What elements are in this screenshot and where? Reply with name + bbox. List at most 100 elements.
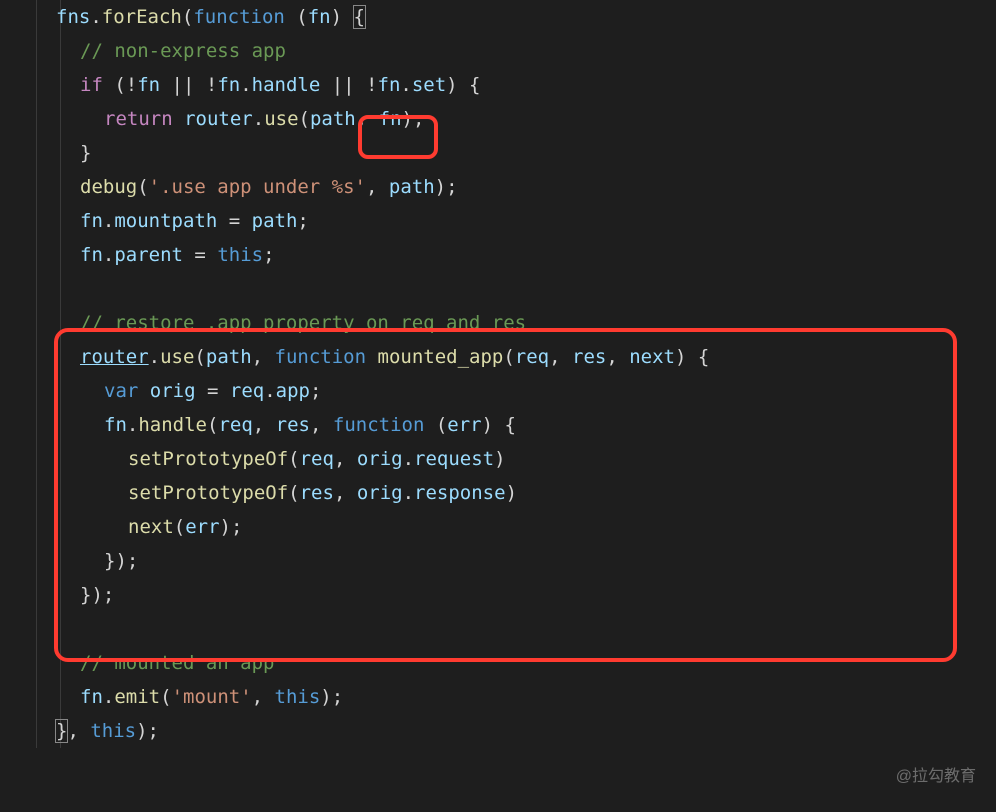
token: . [264,380,275,402]
token: req [230,380,264,402]
token: ( [288,448,299,470]
token: response [414,482,506,504]
code-line[interactable]: var orig = req.app; [8,374,996,408]
token: = [183,244,217,266]
token: fn [217,74,240,96]
token: use [160,346,194,368]
comment: // non-express app [80,40,286,62]
token: function [333,414,425,436]
token: ( [160,686,171,708]
blank-line[interactable] [8,272,996,306]
code-line[interactable]: }); [8,578,996,612]
code-line[interactable]: router.use(path, function mounted_app(re… [8,340,996,374]
token: ; [310,380,321,402]
code-line[interactable]: fn.parent = this; [8,238,996,272]
token: path [252,210,298,232]
token: . [103,686,114,708]
token: res [572,346,606,368]
token: use [264,108,298,130]
code-line[interactable]: next(err); [8,510,996,544]
token: , [310,414,333,436]
token-link[interactable]: router [80,346,149,368]
code-line[interactable]: fns.forEach(function (fn) { [8,0,996,34]
token: ; [263,244,274,266]
token: req [218,414,252,436]
token: , [334,448,357,470]
token: ); [402,108,425,130]
token: err [185,516,219,538]
token: mounted_app [378,346,504,368]
token: = [217,210,251,232]
code-line[interactable]: return router.use(path, fn); [8,102,996,136]
token: orig [357,482,403,504]
token: app [276,380,310,402]
code-line[interactable]: } [8,136,996,170]
token: } [80,142,91,164]
token: path [389,176,435,198]
token: ) [494,448,505,470]
token [138,380,149,402]
code-line[interactable]: fn.handle(req, res, function (err) { [8,408,996,442]
token: ); [320,686,343,708]
code-line[interactable]: // restore .app property on req and res [8,306,996,340]
code-editor[interactable]: fns.forEach(function (fn) { // non-expre… [0,0,996,748]
token: ( [424,414,447,436]
token: . [149,346,160,368]
code-line[interactable]: fn.emit('mount', this); [8,680,996,714]
token: ); [435,176,458,198]
token: , [356,108,379,130]
code-line[interactable]: debug('.use app under %s', path); [8,170,996,204]
token: . [403,482,414,504]
token: function [275,346,367,368]
token: fn [104,414,127,436]
token: ( [137,176,148,198]
token: res [276,414,310,436]
comment: // restore .app property on req and res [80,312,526,334]
token: ) { [446,74,480,96]
token: ) { [482,414,516,436]
token: , [549,346,572,368]
code-line[interactable]: setPrototypeOf(res, orig.response) [8,476,996,510]
token: this [275,686,321,708]
token: fn [80,244,103,266]
token: debug [80,176,137,198]
token: function [193,6,285,28]
token: mountpath [114,210,217,232]
code-line[interactable]: fn.mountpath = path; [8,204,996,238]
token: fn [80,686,103,708]
token: ( [285,6,308,28]
token: path [310,108,356,130]
token: handle [138,414,207,436]
code-line[interactable]: setPrototypeOf(req, orig.request) [8,442,996,476]
blank-line[interactable] [8,612,996,646]
token: || ! [160,74,217,96]
token: this [217,244,263,266]
watermark: @拉勾教育 [896,760,976,794]
token: req [515,346,549,368]
token: , [366,176,389,198]
token: next [629,346,675,368]
token: if [80,74,103,96]
code-line[interactable]: }, this); [8,714,996,748]
token: , [334,482,357,504]
token: handle [252,74,321,96]
token: res [300,482,334,504]
token: parent [114,244,183,266]
token: fn [378,74,401,96]
token: fns [56,6,90,28]
token: ); [220,516,243,538]
token: fn [379,108,402,130]
token: . [240,74,251,96]
token: . [103,210,114,232]
token: ) { [675,346,709,368]
token: '.use app under %s' [149,176,366,198]
code-line[interactable]: }); [8,544,996,578]
bracket-match-icon: { [353,5,366,29]
token: ) [331,6,354,28]
code-line[interactable]: if (!fn || !fn.handle || !fn.set) { [8,68,996,102]
code-line[interactable]: // mounted an app [8,646,996,680]
token: }); [80,584,114,606]
token: forEach [102,6,182,28]
token: set [412,74,446,96]
code-line[interactable]: // non-express app [8,34,996,68]
